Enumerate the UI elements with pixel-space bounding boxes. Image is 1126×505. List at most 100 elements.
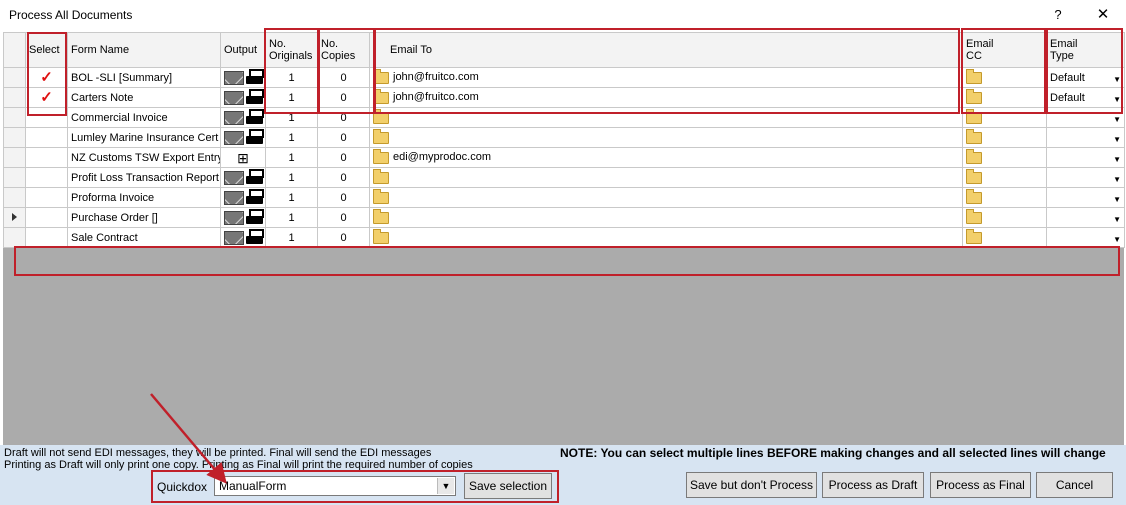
email-type-cell[interactable]: ▼ [1046, 227, 1125, 248]
row-selector[interactable] [3, 107, 26, 128]
email-to-cell[interactable] [369, 207, 963, 228]
select-cell[interactable]: ✓ [25, 67, 68, 88]
dropdown-arrow-icon[interactable]: ▼ [1113, 135, 1121, 144]
cancel-button[interactable]: Cancel [1036, 472, 1113, 498]
dropdown-arrow-icon[interactable]: ▼ [1113, 175, 1121, 184]
folder-icon[interactable] [373, 88, 389, 104]
row-selector[interactable] [3, 207, 26, 228]
output-cell[interactable] [220, 227, 266, 248]
email-to-cell[interactable]: john@fruitco.com [369, 67, 963, 88]
copies-cell[interactable]: 0 [317, 87, 370, 108]
email-type-cell[interactable]: ▼ [1046, 107, 1125, 128]
output-cell[interactable] [220, 207, 266, 228]
table-row[interactable]: Sale Contract 1 0 ▼ [3, 227, 1125, 248]
email-type-cell[interactable]: ▼ [1046, 127, 1125, 148]
table-row[interactable]: Commercial Invoice 1 0 ▼ [3, 107, 1125, 128]
folder-icon[interactable] [966, 108, 982, 124]
form-name-cell[interactable]: Proforma Invoice [67, 187, 221, 208]
row-selector[interactable] [3, 187, 26, 208]
row-selector[interactable] [3, 67, 26, 88]
email-to-cell[interactable]: john@fruitco.com [369, 87, 963, 108]
email-to-cell[interactable] [369, 107, 963, 128]
originals-cell[interactable]: 1 [265, 187, 318, 208]
row-selector[interactable] [3, 167, 26, 188]
select-cell[interactable]: ✓ [25, 87, 68, 108]
folder-icon[interactable] [966, 208, 982, 224]
help-button[interactable]: ? [1048, 4, 1068, 26]
email-type-cell[interactable]: ▼ [1046, 207, 1125, 228]
output-cell[interactable] [220, 107, 266, 128]
save-no-process-button[interactable]: Save but don't Process [686, 472, 817, 498]
header-select[interactable]: Select [25, 32, 68, 68]
table-row[interactable]: Lumley Marine Insurance Cert 1 0 ▼ [3, 127, 1125, 148]
copies-cell[interactable]: 0 [317, 187, 370, 208]
folder-icon[interactable] [373, 208, 389, 224]
dropdown-arrow-icon[interactable]: ▼ [1113, 95, 1121, 104]
email-cc-cell[interactable] [962, 207, 1047, 228]
dropdown-arrow-icon[interactable]: ▼ [1113, 235, 1121, 244]
header-output[interactable]: Output [220, 32, 266, 68]
originals-cell[interactable]: 1 [265, 107, 318, 128]
dropdown-arrow-icon[interactable]: ▼ [1113, 195, 1121, 204]
copies-cell[interactable]: 0 [317, 147, 370, 168]
select-cell[interactable] [25, 187, 68, 208]
row-selector[interactable] [3, 147, 26, 168]
select-cell[interactable] [25, 227, 68, 248]
quickdox-select[interactable]: ManualForm ▼ [214, 476, 456, 496]
form-name-cell[interactable]: Commercial Invoice [67, 107, 221, 128]
email-cc-cell[interactable] [962, 167, 1047, 188]
email-cc-cell[interactable] [962, 127, 1047, 148]
folder-icon[interactable] [373, 148, 389, 164]
dropdown-arrow-icon[interactable]: ▼ [1113, 215, 1121, 224]
row-selector[interactable] [3, 87, 26, 108]
select-cell[interactable] [25, 147, 68, 168]
table-row[interactable]: Purchase Order [] 1 0 ▼ [3, 207, 1125, 228]
email-cc-cell[interactable] [962, 187, 1047, 208]
email-type-cell[interactable]: ▼ [1046, 187, 1125, 208]
select-cell[interactable] [25, 207, 68, 228]
output-cell[interactable]: ⊞ [220, 147, 266, 168]
email-to-cell[interactable]: edi@myprodoc.com [369, 147, 963, 168]
close-button[interactable]: ✕ [1092, 4, 1114, 26]
form-name-cell[interactable]: BOL -SLI [Summary] [67, 67, 221, 88]
email-to-cell[interactable] [369, 167, 963, 188]
dropdown-arrow-icon[interactable]: ▼ [1113, 155, 1121, 164]
select-cell[interactable] [25, 127, 68, 148]
email-cc-cell[interactable] [962, 107, 1047, 128]
originals-cell[interactable]: 1 [265, 207, 318, 228]
header-email-cc[interactable]: Email CC [962, 32, 1047, 68]
copies-cell[interactable]: 0 [317, 67, 370, 88]
row-selector[interactable] [3, 127, 26, 148]
email-to-cell[interactable] [369, 227, 963, 248]
folder-icon[interactable] [373, 228, 389, 244]
output-cell[interactable] [220, 127, 266, 148]
header-copies[interactable]: No. Copies [317, 32, 370, 68]
originals-cell[interactable]: 1 [265, 127, 318, 148]
email-cc-cell[interactable] [962, 227, 1047, 248]
form-name-cell[interactable]: NZ Customs TSW Export Entry [67, 147, 221, 168]
folder-icon[interactable] [373, 68, 389, 84]
form-name-cell[interactable]: Sale Contract [67, 227, 221, 248]
folder-icon[interactable] [966, 228, 982, 244]
dropdown-arrow-icon[interactable]: ▼ [1113, 75, 1121, 84]
output-cell[interactable] [220, 67, 266, 88]
originals-cell[interactable]: 1 [265, 227, 318, 248]
dropdown-arrow-icon[interactable]: ▼ [1113, 115, 1121, 124]
select-cell[interactable] [25, 167, 68, 188]
copies-cell[interactable]: 0 [317, 107, 370, 128]
save-selection-button[interactable]: Save selection [464, 473, 552, 499]
folder-icon[interactable] [966, 148, 982, 164]
folder-icon[interactable] [373, 168, 389, 184]
table-row[interactable]: Profit Loss Transaction Report 1 0 ▼ [3, 167, 1125, 188]
originals-cell[interactable]: 1 [265, 167, 318, 188]
copies-cell[interactable]: 0 [317, 167, 370, 188]
email-to-cell[interactable] [369, 127, 963, 148]
process-final-button[interactable]: Process as Final [930, 472, 1031, 498]
email-cc-cell[interactable] [962, 147, 1047, 168]
copies-cell[interactable]: 0 [317, 127, 370, 148]
header-originals[interactable]: No. Originals [265, 32, 318, 68]
email-type-cell[interactable]: Default ▼ [1046, 67, 1125, 88]
output-cell[interactable] [220, 187, 266, 208]
dropdown-arrow-icon[interactable]: ▼ [437, 478, 454, 494]
table-row[interactable]: NZ Customs TSW Export Entry ⊞ 1 0 edi@myprod… [3, 147, 1125, 168]
